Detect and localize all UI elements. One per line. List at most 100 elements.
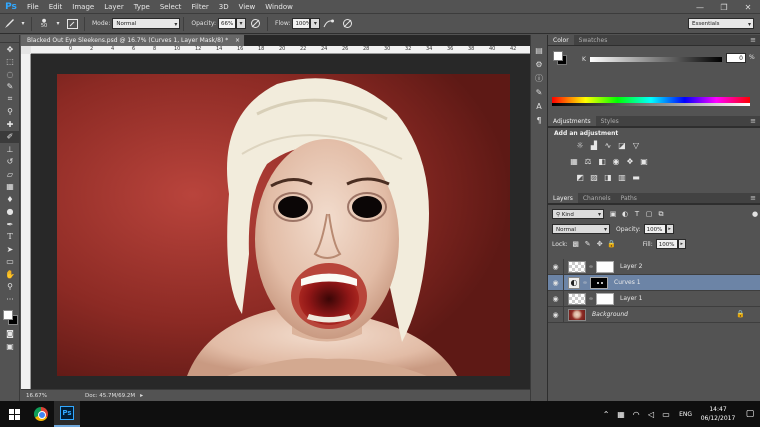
menu-file[interactable]: File: [22, 0, 44, 14]
close-button[interactable]: ✕: [736, 0, 760, 14]
notification-icon[interactable]: ▢: [740, 409, 760, 419]
layer-mask-thumbnail[interactable]: [590, 276, 608, 289]
layer-row[interactable]: ◉ ◐ ∞ Curves 1: [548, 274, 760, 291]
opacity-dropdown-button[interactable]: ▾: [236, 18, 247, 29]
menu-window[interactable]: Window: [260, 0, 298, 14]
layer-opacity-dropdown[interactable]: ▸: [665, 224, 674, 234]
panel-grip[interactable]: [0, 35, 19, 43]
flow-dropdown-button[interactable]: ▾: [310, 18, 321, 29]
menu-3d[interactable]: 3D: [214, 0, 234, 14]
zoom-tool-icon[interactable]: ⚲: [0, 281, 20, 294]
color-swatches[interactable]: [0, 308, 20, 328]
tab-channels[interactable]: Channels: [578, 193, 616, 203]
filter-type-icon[interactable]: T: [632, 209, 642, 219]
visibility-eye-icon[interactable]: ◉: [548, 306, 564, 323]
status-menu-icon[interactable]: ▸: [140, 392, 143, 399]
layer-row[interactable]: ◉ ∞ Layer 2: [548, 258, 760, 275]
menu-edit[interactable]: Edit: [44, 0, 68, 14]
healing-brush-tool-icon[interactable]: ✚: [0, 118, 20, 131]
layer-name[interactable]: Layer 1: [620, 295, 642, 302]
airbrush-icon[interactable]: [322, 17, 336, 31]
visibility-eye-icon[interactable]: ◉: [548, 274, 564, 291]
menu-type[interactable]: Type: [129, 0, 155, 14]
image-canvas[interactable]: [57, 74, 510, 376]
marquee-tool-icon[interactable]: ⬚: [0, 56, 20, 69]
pressure-opacity-icon[interactable]: [248, 17, 262, 31]
hue-saturation-icon[interactable]: ▦: [568, 155, 580, 167]
pressure-size-icon[interactable]: [340, 17, 354, 31]
vibrance-icon[interactable]: ▽: [630, 139, 642, 151]
workspace-select[interactable]: Essentials: [688, 18, 754, 30]
chevron-down-icon[interactable]: ▾: [55, 17, 61, 31]
layer-filter-select[interactable]: ⚲ Kind: [552, 209, 604, 220]
history-panel-icon[interactable]: ▤: [531, 43, 547, 57]
pasteboard[interactable]: [31, 54, 544, 389]
tab-paths[interactable]: Paths: [616, 193, 642, 203]
zoom-level[interactable]: 16.67%: [21, 393, 51, 399]
levels-icon[interactable]: ▟: [588, 139, 600, 151]
dodge-tool-icon[interactable]: ●: [0, 206, 20, 219]
type-tool-icon[interactable]: T: [0, 231, 20, 244]
layer-opacity-input[interactable]: 100%: [643, 224, 666, 234]
fill-dropdown[interactable]: ▸: [677, 239, 686, 249]
lock-transparent-icon[interactable]: ▩: [571, 239, 581, 249]
layer-thumbnail[interactable]: [568, 260, 586, 273]
panel-menu-icon[interactable]: ≡: [750, 116, 756, 127]
link-chain-icon[interactable]: ∞: [582, 280, 588, 286]
blend-mode-select[interactable]: Normal: [552, 224, 610, 235]
tab-styles[interactable]: Styles: [596, 116, 624, 126]
battery-icon[interactable]: ▭: [660, 410, 672, 419]
eraser-tool-icon[interactable]: ▱: [0, 168, 20, 181]
color-balance-icon[interactable]: ⚖: [582, 155, 594, 167]
hand-tool-icon[interactable]: ✋: [0, 268, 20, 281]
color-spectrum[interactable]: [552, 97, 750, 106]
lock-icon[interactable]: 🔒: [736, 310, 745, 318]
visibility-eye-icon[interactable]: ◉: [548, 290, 564, 307]
more-tools-icon[interactable]: ···: [0, 293, 20, 306]
foreground-color-swatch[interactable]: [3, 309, 13, 320]
layer-row[interactable]: ◉ Background 🔒: [548, 306, 760, 323]
black-white-icon[interactable]: ◧: [596, 155, 608, 167]
network-icon[interactable]: ▦: [615, 410, 627, 419]
visibility-eye-icon[interactable]: ◉: [548, 258, 564, 275]
horizontal-ruler[interactable]: 0 2 4 6 8 10 12 14 16 18 20 22 24 26 28 …: [31, 46, 544, 54]
close-icon[interactable]: ×: [235, 35, 240, 46]
tab-adjustments[interactable]: Adjustments: [548, 116, 596, 126]
quick-mask-icon[interactable]: ◙: [0, 328, 20, 341]
tab-color[interactable]: Color: [548, 35, 574, 45]
background-thumbnail[interactable]: [568, 308, 586, 321]
filter-adjustment-icon[interactable]: ◐: [620, 209, 630, 219]
selective-color-icon[interactable]: ▥: [616, 171, 628, 183]
wifi-icon[interactable]: ◠: [630, 410, 642, 419]
path-selection-tool-icon[interactable]: ➤: [0, 243, 20, 256]
windows-start-button[interactable]: [0, 401, 28, 427]
filter-smart-object-icon[interactable]: ⧉: [656, 209, 666, 219]
opacity-input[interactable]: 66%: [218, 18, 237, 29]
volume-icon[interactable]: ◁: [645, 410, 657, 419]
properties-panel-icon[interactable]: ⚙: [531, 57, 547, 71]
lock-all-icon[interactable]: 🔒: [607, 239, 617, 249]
posterize-icon[interactable]: ▨: [588, 171, 600, 183]
layer-thumbnail[interactable]: [568, 292, 586, 305]
layer-mask-thumbnail[interactable]: [596, 292, 614, 305]
threshold-icon[interactable]: ◨: [602, 171, 614, 183]
photo-filter-icon[interactable]: ◉: [610, 155, 622, 167]
flow-input[interactable]: 100%: [292, 18, 311, 29]
crop-tool-icon[interactable]: ⌗: [0, 93, 20, 106]
menu-layer[interactable]: Layer: [99, 0, 129, 14]
curves-adjustment-thumbnail[interactable]: ◐: [568, 276, 580, 289]
taskbar-chrome[interactable]: [28, 401, 54, 427]
brush-size-picker[interactable]: ● 50: [37, 17, 51, 31]
filter-shape-icon[interactable]: ▢: [644, 209, 654, 219]
layer-mask-thumbnail[interactable]: [596, 260, 614, 273]
channel-mixer-icon[interactable]: ❖: [624, 155, 636, 167]
ruler-corner[interactable]: [21, 46, 31, 54]
layer-row[interactable]: ◉ ∞ Layer 1: [548, 290, 760, 307]
character-panel-icon[interactable]: A: [531, 99, 547, 113]
info-panel-icon[interactable]: ⓘ: [531, 71, 547, 85]
quick-selection-tool-icon[interactable]: ✎: [0, 81, 20, 94]
filter-pixel-icon[interactable]: ▣: [608, 209, 618, 219]
layer-name[interactable]: Background: [592, 311, 628, 318]
eyedropper-tool-icon[interactable]: ⚲: [0, 106, 20, 119]
vertical-ruler[interactable]: [21, 54, 31, 389]
